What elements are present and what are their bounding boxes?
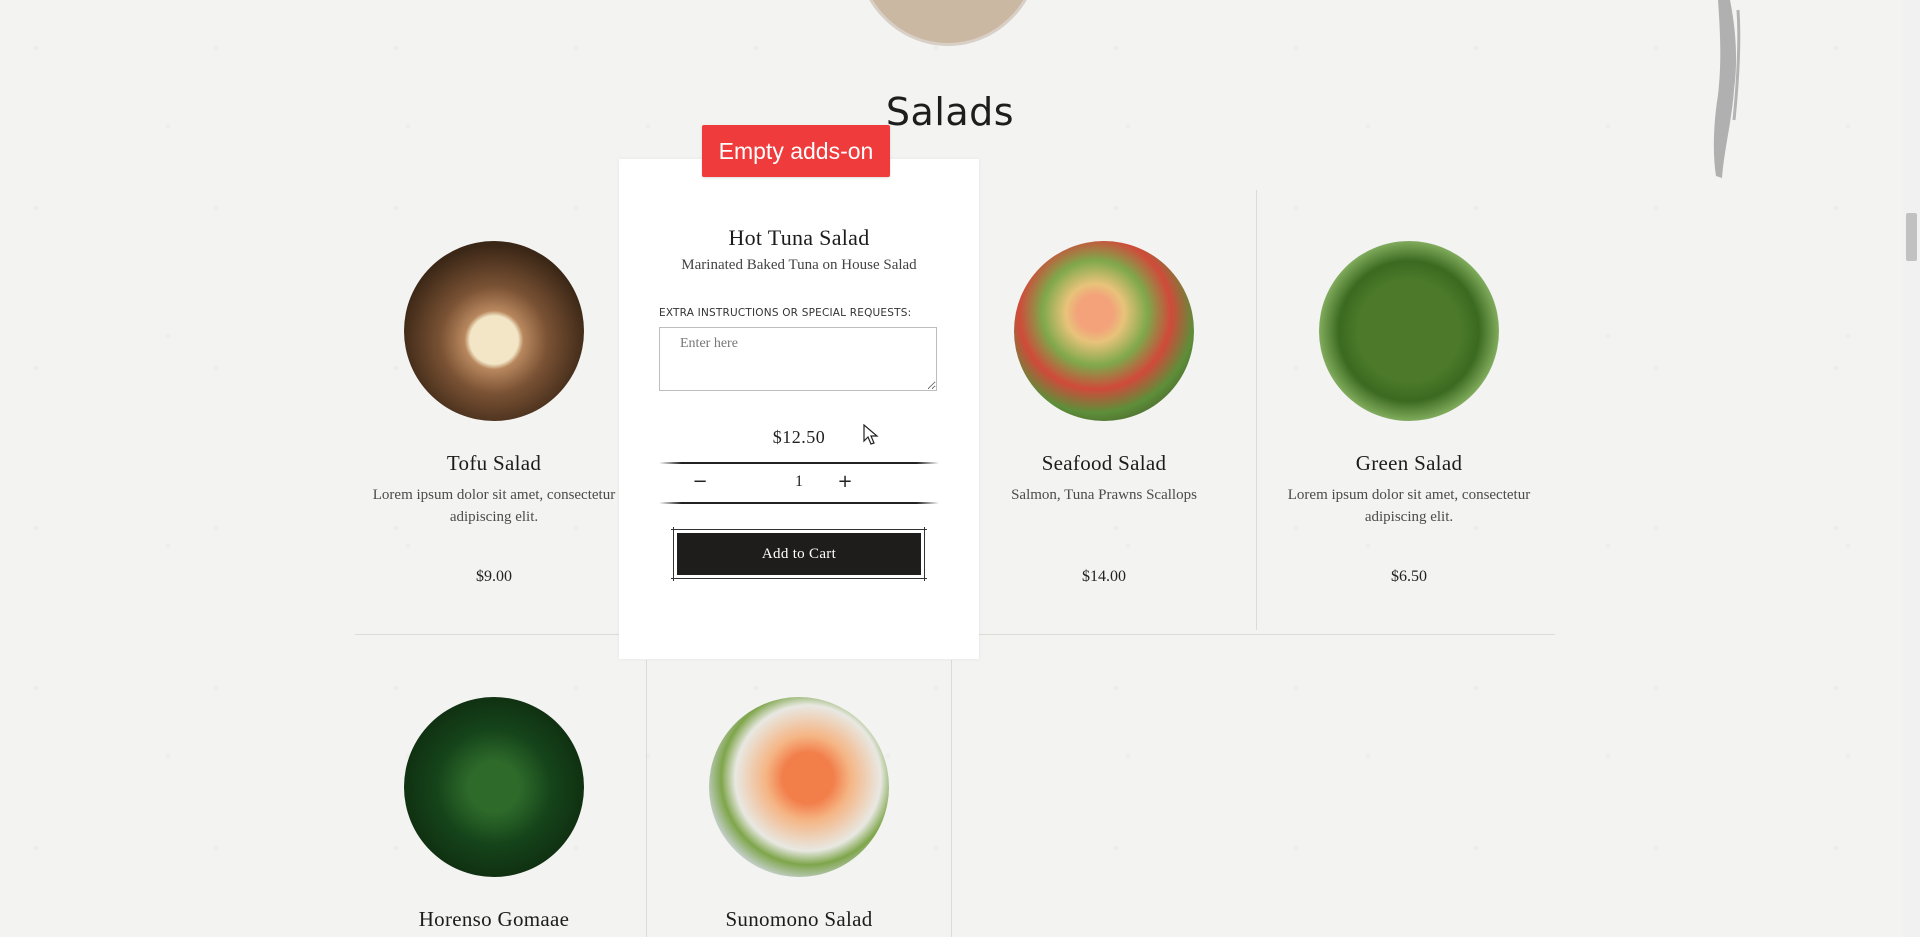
divider-line xyxy=(659,502,939,504)
divider-line xyxy=(659,462,939,464)
seafood-salad-image[interactable] xyxy=(1014,241,1194,421)
section-title: Salads xyxy=(885,90,1015,134)
item-price: $9.00 xyxy=(476,568,512,585)
sunomono-salad-image[interactable] xyxy=(709,697,889,877)
popup-item-title: Hot Tuna Salad xyxy=(728,225,870,250)
mouse-pointer-icon xyxy=(863,424,879,445)
item-price: $6.50 xyxy=(1391,568,1427,585)
menu-item-card[interactable]: Seafood Salad Salmon, Tuna Prawns Scallo… xyxy=(954,241,1254,586)
grid-divider xyxy=(951,660,952,937)
scrollbar-thumb[interactable] xyxy=(1906,213,1917,261)
quantity-value[interactable]: 1 xyxy=(769,470,829,494)
item-name[interactable]: Horenso Gomaae xyxy=(344,907,644,932)
instructions-label: EXTRA INSTRUCTIONS OR SPECIAL REQUESTS: xyxy=(659,307,912,319)
menu-item-card[interactable]: Sunomono Salad xyxy=(649,697,949,932)
tofu-salad-image[interactable] xyxy=(404,241,584,421)
decrease-quantity-button[interactable]: − xyxy=(685,470,715,494)
add-to-cart-frame: Add to Cart xyxy=(671,527,927,581)
menu-item-card[interactable]: Horenso Gomaae xyxy=(344,697,644,932)
item-description: Lorem ipsum dolor sit amet, consectetur … xyxy=(1287,487,1531,525)
item-name[interactable]: Sunomono Salad xyxy=(649,907,949,932)
horenso-gomaae-image[interactable] xyxy=(404,697,584,877)
item-name[interactable]: Green Salad xyxy=(1259,451,1559,476)
add-to-cart-button[interactable]: Add to Cart xyxy=(677,533,921,575)
quantity-stepper: − 1 + xyxy=(659,462,939,504)
item-price: $14.00 xyxy=(1082,568,1126,585)
menu-item-card[interactable]: Tofu Salad Lorem ipsum dolor sit amet, c… xyxy=(344,241,644,586)
special-requests-input[interactable] xyxy=(659,327,937,391)
item-description: Lorem ipsum dolor sit amet, consectetur … xyxy=(372,487,616,525)
increase-quantity-button[interactable]: + xyxy=(830,470,860,494)
green-salad-image[interactable] xyxy=(1319,241,1499,421)
popup-item-description: Marinated Baked Tuna on House Salad xyxy=(681,257,917,273)
item-description: Salmon, Tuna Prawns Scallops xyxy=(1011,487,1197,503)
page-scrollbar[interactable] xyxy=(1903,0,1920,937)
empty-adds-on-badge: Empty adds-on xyxy=(702,125,890,177)
item-name[interactable]: Tofu Salad xyxy=(344,451,644,476)
popup-price: $12.50 xyxy=(772,427,826,447)
menu-item-card[interactable]: Green Salad Lorem ipsum dolor sit amet, … xyxy=(1259,241,1559,586)
item-options-popup: Hot Tuna Salad Marinated Baked Tuna on H… xyxy=(619,159,979,659)
previous-section-dish-image xyxy=(855,0,1041,46)
grid-divider xyxy=(646,660,647,937)
item-name[interactable]: Seafood Salad xyxy=(954,451,1254,476)
grid-divider xyxy=(1256,190,1257,630)
